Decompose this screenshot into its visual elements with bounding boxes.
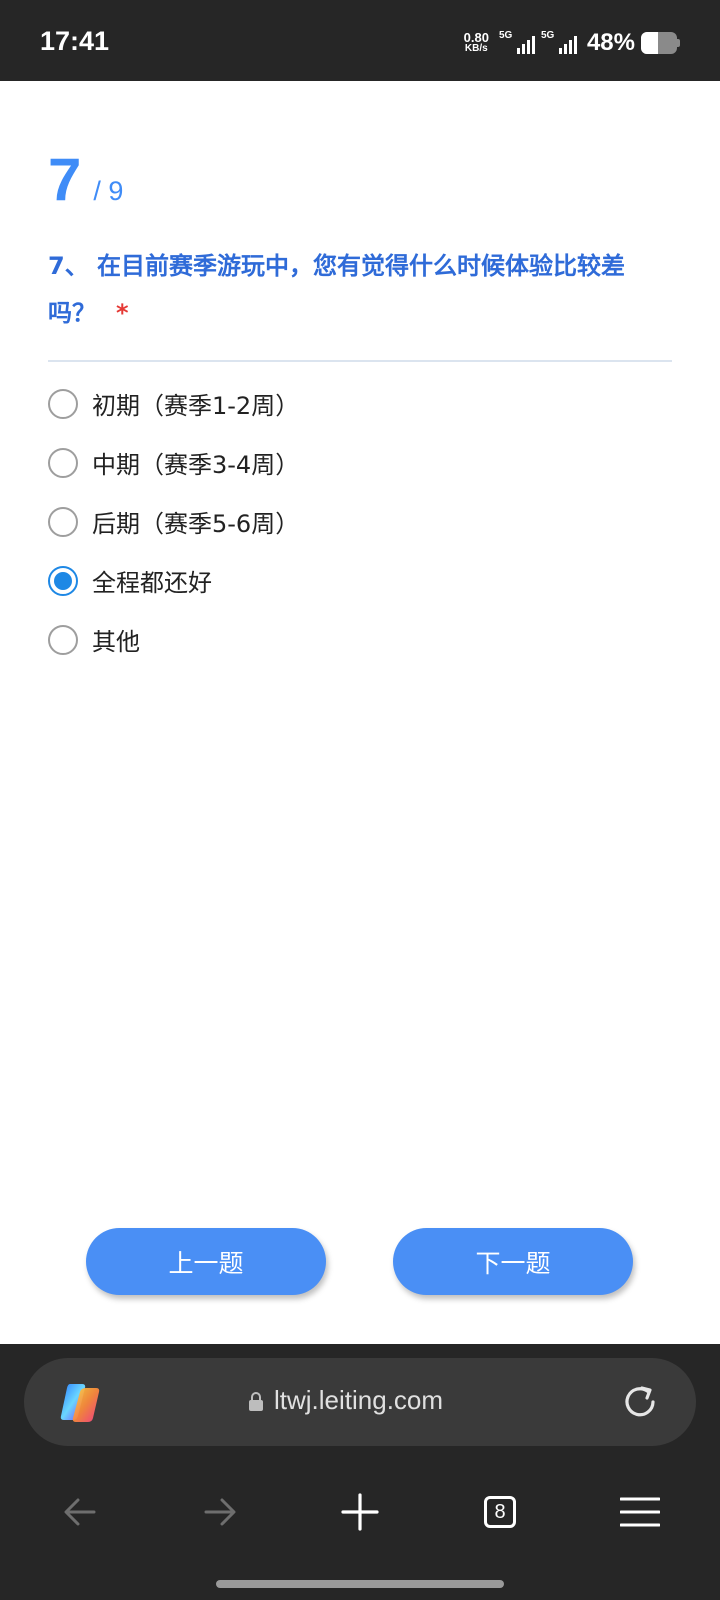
radio-button[interactable] (48, 565, 78, 596)
browser-toolbar: 8 (0, 1484, 720, 1544)
reload-icon[interactable] (620, 1382, 660, 1422)
browser-chrome: ltwj.leiting.com 8 (0, 1344, 720, 1600)
signal-sim2-icon: 5G (541, 30, 577, 56)
option-label: 全程都还好 (92, 569, 212, 597)
menu-button[interactable] (612, 1484, 668, 1540)
home-indicator[interactable] (216, 1580, 504, 1588)
radio-button[interactable] (48, 624, 78, 655)
status-indicators: 0.80 KB/s 5G 5G 48% (464, 28, 680, 58)
address-bar[interactable]: ltwj.leiting.com (24, 1358, 696, 1446)
forward-button[interactable] (192, 1484, 248, 1540)
divider (48, 360, 672, 362)
hamburger-menu-icon (620, 1497, 660, 1527)
lock-icon (249, 1392, 263, 1411)
battery-tip (677, 39, 680, 47)
signal-sim1-icon: 5G (499, 30, 535, 56)
back-button[interactable] (52, 1484, 108, 1540)
previous-question-button[interactable]: 上一题 (86, 1228, 326, 1295)
radio-button[interactable] (48, 388, 78, 419)
tab-switcher-icon: 8 (484, 1496, 516, 1528)
required-mark: * (116, 299, 129, 327)
option-all-fine[interactable]: 全程都还好 (48, 551, 672, 610)
network-speed-unit: KB/s (464, 43, 488, 54)
network-speed-value: 0.80 (463, 30, 489, 45)
next-question-button[interactable]: 下一题 (393, 1228, 633, 1295)
question-title: 7、 在目前赛季游玩中，您有觉得什么时候体验比较差吗？ * (48, 243, 673, 337)
screen: 17:41 0.80 KB/s 5G 5G 48% 7 / 9 7、 在目前赛季… (0, 0, 720, 1600)
progress-total: / 9 (93, 176, 124, 206)
question-progress: 7 / 9 (48, 150, 123, 210)
forward-arrow-icon (204, 1498, 236, 1526)
copilot-icon[interactable] (58, 1382, 102, 1424)
url-text[interactable]: ltwj.leiting.com (274, 1385, 443, 1416)
radio-button[interactable] (48, 506, 78, 537)
option-label: 其他 (92, 628, 140, 656)
option-label: 初期（赛季1-2周） (92, 392, 300, 420)
status-bar: 17:41 0.80 KB/s 5G 5G 48% (0, 0, 720, 81)
battery-percent: 48% (586, 29, 635, 56)
radio-button[interactable] (48, 447, 78, 478)
question-text: 7、 在目前赛季游玩中，您有觉得什么时候体验比较差吗？ (48, 252, 626, 327)
tab-switcher-button[interactable]: 8 (472, 1484, 528, 1540)
answer-options: 初期（赛季1-2周） 中期（赛季3-4周） 后期（赛季5-6周） 全程都还好 其… (48, 374, 672, 669)
option-other[interactable]: 其他 (48, 610, 672, 669)
status-time: 17:41 (40, 26, 110, 56)
battery-icon (641, 32, 677, 54)
option-early-season[interactable]: 初期（赛季1-2周） (48, 374, 672, 433)
sim2-network-label: 5G (540, 30, 555, 41)
progress-current: 7 (48, 146, 82, 213)
new-tab-button[interactable] (332, 1484, 388, 1540)
option-label: 中期（赛季3-4周） (92, 451, 300, 479)
option-mid-season[interactable]: 中期（赛季3-4周） (48, 433, 672, 492)
plus-icon (341, 1493, 379, 1531)
option-label: 后期（赛季5-6周） (92, 510, 300, 538)
back-arrow-icon (64, 1498, 96, 1526)
sim1-network-label: 5G (498, 30, 513, 41)
option-late-season[interactable]: 后期（赛季5-6周） (48, 492, 672, 551)
network-speed: 0.80 KB/s (463, 30, 489, 54)
